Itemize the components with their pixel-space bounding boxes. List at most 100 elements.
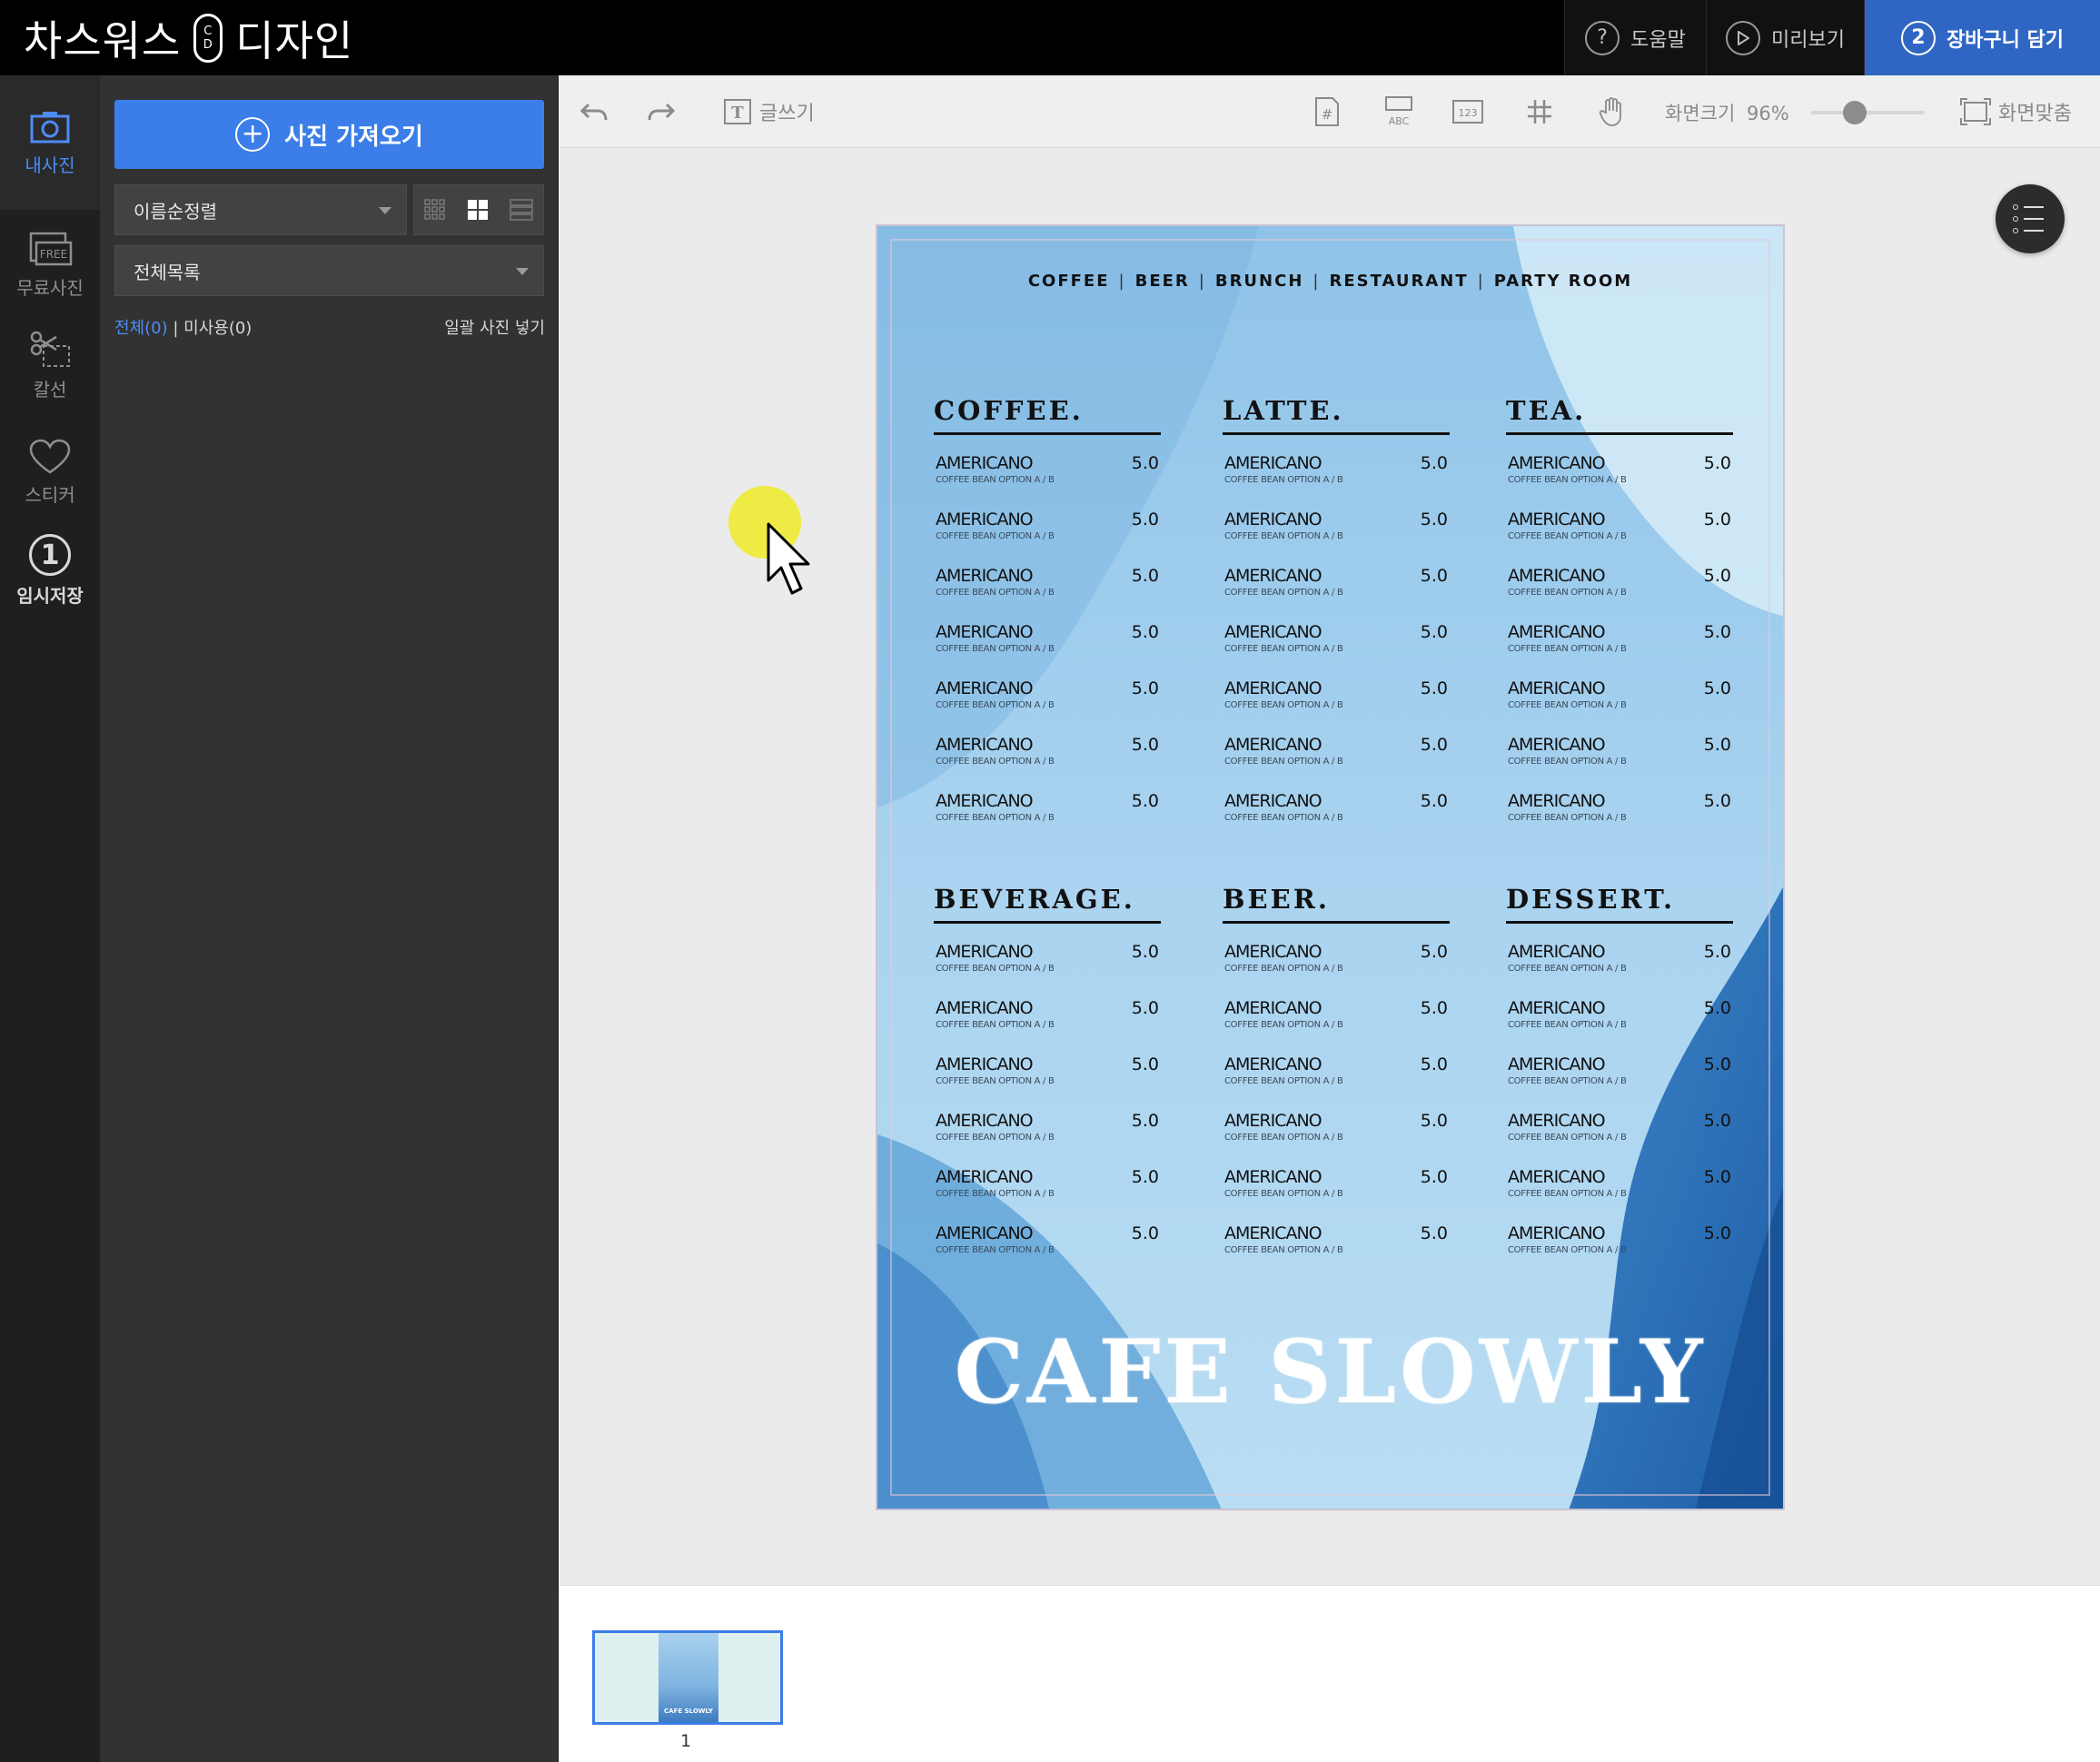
- menu-item-name: AMERICANO: [1508, 735, 1606, 755]
- undo-button[interactable]: [579, 94, 609, 130]
- menu-section[interactable]: BEER. AMERICANO 5.0 COFFEE BEAN OPTION A / …: [1223, 884, 1450, 1262]
- menu-item-option: COFFEE BEAN OPTION A / B: [1508, 1189, 1627, 1199]
- save-number-icon: 1: [29, 534, 71, 576]
- bulk-insert-link[interactable]: 일괄 사진 넣기: [444, 315, 545, 339]
- editor-toolbar: T 글쓰기 # ABC 123 화면크기 96% 화면맞춤: [560, 75, 2100, 148]
- zoom-slider[interactable]: [1811, 101, 1925, 124]
- section-title: TEA.: [1506, 395, 1733, 435]
- menu-section[interactable]: DESSERT. AMERICANO 5.0 COFFEE BEAN OPTION A…: [1506, 884, 1733, 1262]
- category-beer: BEER: [1134, 272, 1190, 291]
- step-number-icon: 2: [1900, 20, 1936, 55]
- page-thumbnail[interactable]: CAFE SLOWLY: [592, 1630, 783, 1725]
- menu-item: AMERICANO 5.0 COFFEE BEAN OPTION A / B: [934, 491, 1161, 548]
- sort-select[interactable]: 이름순정렬: [114, 184, 407, 235]
- menu-item: AMERICANO 5.0 COFFEE BEAN OPTION A / B: [1506, 773, 1733, 829]
- preview-button[interactable]: 미리보기: [1706, 0, 1864, 75]
- menu-item-name: AMERICANO: [1224, 1223, 1322, 1243]
- section-title: BEER.: [1223, 884, 1450, 924]
- menu-item-name: AMERICANO: [1224, 453, 1322, 473]
- add-to-cart-button[interactable]: 2 장바구니 담기: [1864, 0, 2100, 75]
- help-button[interactable]: ? 도움말: [1564, 0, 1706, 75]
- menu-item-price: 5.0: [1420, 998, 1448, 1018]
- nav-item-free-photos[interactable]: FREE 무료사진: [0, 230, 100, 321]
- menu-top-categories: COFFEE | BEER | BRUNCH | RESTAURANT | PARTY ROOM: [877, 272, 1783, 291]
- menu-item-price: 5.0: [1703, 678, 1731, 698]
- menu-item-price: 5.0: [1131, 998, 1159, 1018]
- menu-item: AMERICANO 5.0 COFFEE BEAN OPTION A / B: [1223, 660, 1450, 717]
- menu-item: AMERICANO 5.0 COFFEE BEAN OPTION A / B: [1506, 1205, 1733, 1262]
- count-unused-link[interactable]: 미사용(0): [183, 319, 252, 338]
- menu-item-option: COFFEE BEAN OPTION A / B: [936, 1245, 1055, 1255]
- help-label: 도움말: [1630, 28, 1686, 52]
- nav-item-temp-save[interactable]: 1 임시저장: [0, 534, 100, 634]
- chevron-down-icon: [379, 207, 391, 214]
- menu-item-name: AMERICANO: [1508, 1111, 1606, 1131]
- menu-section[interactable]: TEA. AMERICANO 5.0 COFFEE BEAN OPTION A / B…: [1506, 395, 1733, 829]
- menu-item-price: 5.0: [1131, 1054, 1159, 1074]
- menu-section[interactable]: LATTE. AMERICANO 5.0 COFFEE BEAN OPTION A /…: [1223, 395, 1450, 829]
- redo-button[interactable]: [647, 94, 676, 130]
- page-number-button[interactable]: #: [1313, 94, 1341, 130]
- hand-tool-button[interactable]: [1599, 94, 1626, 130]
- menu-item-option: COFFEE BEAN OPTION A / B: [1508, 644, 1627, 654]
- menu-item-name: AMERICANO: [1508, 1054, 1606, 1074]
- menu-item: AMERICANO 5.0 COFFEE BEAN OPTION A / B: [1223, 773, 1450, 829]
- layer-list-button[interactable]: [1996, 184, 2065, 253]
- write-text-button[interactable]: T 글쓰기: [723, 94, 815, 130]
- menu-design-page[interactable]: COFFEE | BEER | BRUNCH | RESTAURANT | PARTY ROOM…: [876, 224, 1785, 1510]
- large-grid-icon[interactable]: [467, 199, 489, 221]
- nav-item-cut-line[interactable]: 칼선: [0, 330, 100, 421]
- menu-item: AMERICANO 5.0 COFFEE BEAN OPTION A / B: [934, 660, 1161, 717]
- thumbnail-caption: CAFE SLOWLY: [664, 1708, 713, 1715]
- menu-section[interactable]: COFFEE. AMERICANO 5.0 COFFEE BEAN OPTION A …: [934, 395, 1161, 829]
- menu-item-name: AMERICANO: [1224, 510, 1322, 530]
- page-number: 1: [680, 1731, 692, 1751]
- menu-item-name: AMERICANO: [936, 1167, 1034, 1187]
- menu-item: AMERICANO 5.0 COFFEE BEAN OPTION A / B: [934, 1149, 1161, 1205]
- import-photo-button[interactable]: + 사진 가져오기: [114, 100, 544, 169]
- cafe-name-title[interactable]: CAFE SLOWLY: [877, 1321, 1783, 1423]
- category-brunch: BRUNCH: [1214, 272, 1304, 291]
- menu-item: AMERICANO 5.0 COFFEE BEAN OPTION A / B: [1506, 1149, 1733, 1205]
- zoom-value: 96%: [1746, 103, 1789, 124]
- fit-screen-button[interactable]: 화면맞춤: [1960, 94, 2072, 130]
- menu-item-option: COFFEE BEAN OPTION A / B: [1224, 1133, 1343, 1143]
- menu-item-name: AMERICANO: [1224, 566, 1322, 586]
- menu-item: AMERICANO 5.0 COFFEE BEAN OPTION A / B: [934, 548, 1161, 604]
- menu-item-option: COFFEE BEAN OPTION A / B: [1224, 813, 1343, 823]
- view-mode-toggle: [413, 184, 544, 235]
- menu-item-price: 5.0: [1420, 791, 1448, 811]
- menu-item-price: 5.0: [1131, 735, 1159, 755]
- menu-item-option: COFFEE BEAN OPTION A / B: [936, 531, 1055, 541]
- number-box-icon: 123: [1452, 100, 1483, 124]
- menu-item-option: COFFEE BEAN OPTION A / B: [936, 1133, 1055, 1143]
- grid-button[interactable]: [1526, 94, 1553, 130]
- menu-item-option: COFFEE BEAN OPTION A / B: [1508, 531, 1627, 541]
- abc-icon: ABC: [1385, 96, 1412, 127]
- menu-item: AMERICANO 5.0 COFFEE BEAN OPTION A / B: [1223, 1093, 1450, 1149]
- nav-item-sticker[interactable]: 스티커: [0, 439, 100, 530]
- nav-item-my-photos[interactable]: 내사진: [0, 75, 100, 210]
- list-view-icon[interactable]: [509, 199, 533, 221]
- menu-item-name: AMERICANO: [936, 1054, 1034, 1074]
- folder-value: 전체목록: [134, 261, 201, 283]
- number-button[interactable]: 123: [1451, 94, 1484, 130]
- text-box-icon: T: [724, 99, 751, 124]
- menu-item-price: 5.0: [1131, 1167, 1159, 1187]
- app-logo[interactable]: 차스워스 CD 디자인: [24, 11, 353, 65]
- menu-item-price: 5.0: [1703, 1223, 1731, 1243]
- svg-text:#: #: [1322, 106, 1333, 123]
- count-all-link[interactable]: 전체(0): [114, 319, 168, 338]
- zoom-slider-handle[interactable]: [1843, 101, 1867, 124]
- menu-item-option: COFFEE BEAN OPTION A / B: [936, 964, 1055, 974]
- camera-icon: [30, 111, 70, 143]
- svg-text:T: T: [731, 104, 744, 123]
- folder-select[interactable]: 전체목록: [114, 245, 544, 296]
- small-grid-icon[interactable]: [424, 199, 446, 221]
- scissors-icon: [30, 331, 70, 367]
- design-canvas[interactable]: COFFEE | BEER | BRUNCH | RESTAURANT | PARTY ROOM…: [560, 148, 2100, 1585]
- menu-section[interactable]: BEVERAGE. AMERICANO 5.0 COFFEE BEAN OPTION …: [934, 884, 1161, 1262]
- abc-text-button[interactable]: ABC: [1382, 94, 1415, 130]
- menu-item-name: AMERICANO: [1224, 1111, 1322, 1131]
- menu-item: AMERICANO 5.0 COFFEE BEAN OPTION A / B: [1506, 604, 1733, 660]
